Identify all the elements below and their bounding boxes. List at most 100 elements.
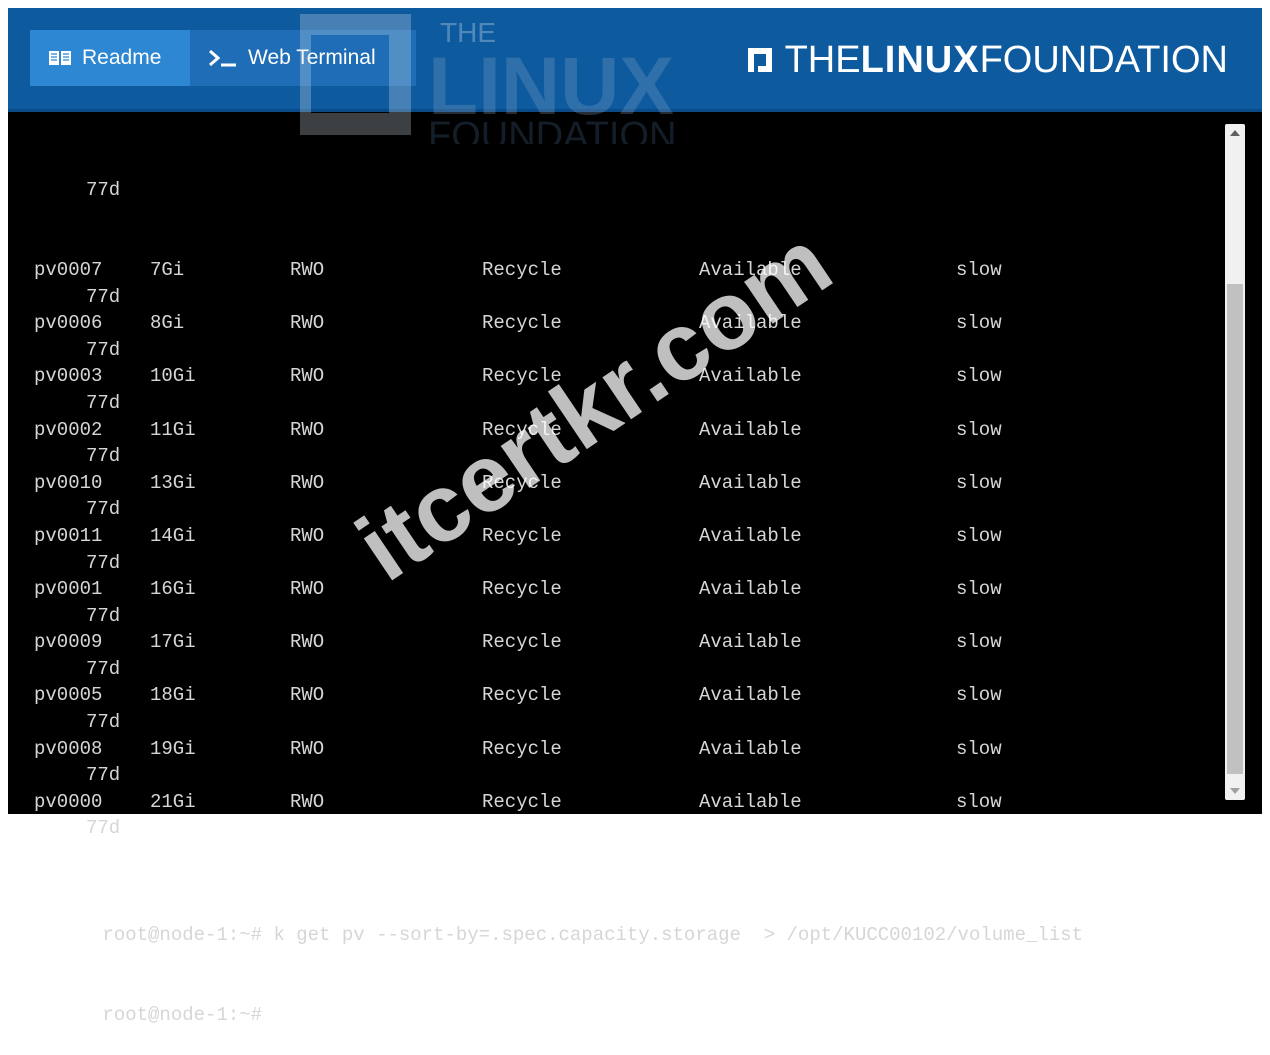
reclaim-policy-cell: Recycle — [482, 365, 562, 388]
storage-class-cell: slow — [956, 631, 1002, 654]
access-mode-cell: RWO — [290, 631, 325, 654]
brand-foundation: FOUNDATION — [979, 38, 1228, 81]
capacity-cell: 18Gi — [150, 684, 196, 707]
pv-name-cell: pv0007 — [34, 258, 103, 281]
age-line: 77d — [34, 762, 1214, 789]
age-line: 77d — [34, 443, 1214, 470]
capacity-cell: 21Gi — [150, 790, 196, 813]
age-cell: 77d — [86, 498, 121, 521]
age-line: 77d — [34, 337, 1214, 364]
reclaim-policy-cell: Recycle — [482, 790, 562, 813]
capacity-cell: 11Gi — [150, 418, 196, 441]
age-line: 77d — [34, 550, 1214, 577]
age-line: 77d — [34, 496, 1214, 523]
status-cell: Available — [699, 524, 802, 547]
age-cell: 77d — [86, 657, 121, 680]
age-cell: 77d — [86, 179, 121, 202]
access-mode-cell: RWO — [290, 471, 325, 494]
capacity-cell: 19Gi — [150, 737, 196, 760]
access-mode-cell: RWO — [290, 684, 325, 707]
scrollbar-thumb[interactable] — [1227, 284, 1243, 774]
access-mode-cell: RWO — [290, 365, 325, 388]
status-cell: Available — [699, 471, 802, 494]
tab-web-terminal[interactable]: Web Terminal — [190, 30, 416, 86]
access-mode-cell: RWO — [290, 312, 325, 335]
command-text: root@node-1:~# k get pv --sort-by=.spec.… — [102, 923, 1083, 946]
pv-name-cell: pv0006 — [34, 312, 103, 335]
pv-name-cell: pv0008 — [34, 737, 103, 760]
age-cell: 77d — [86, 285, 121, 308]
status-cell: Available — [699, 578, 802, 601]
reclaim-policy-cell: Recycle — [482, 258, 562, 281]
pv-row: pv0002 11Gi RWO Recycle Available slow — [34, 417, 1214, 444]
age-cell: 77d — [86, 445, 121, 468]
age-cell: 77d — [86, 817, 121, 840]
pv-row: pv0006 8Gi RWO Recycle Available slow — [34, 310, 1214, 337]
reclaim-policy-cell: Recycle — [482, 524, 562, 547]
tab-readme[interactable]: Readme — [30, 30, 190, 86]
access-mode-cell: RWO — [290, 418, 325, 441]
age-line: 77d — [34, 656, 1214, 683]
age-cell: 77d — [86, 391, 121, 414]
pv-row: pv0001 16Gi RWO Recycle Available slow — [34, 576, 1214, 603]
pv-row: pv0009 17Gi RWO Recycle Available slow — [34, 629, 1214, 656]
pv-name-cell: pv0009 — [34, 631, 103, 654]
age-line: 77d — [34, 284, 1214, 311]
tab-readme-label: Readme — [82, 46, 162, 69]
prompt-text: root@node-1:~# — [102, 1003, 263, 1026]
storage-class-cell: slow — [956, 684, 1002, 707]
capacity-cell: 8Gi — [150, 312, 185, 335]
terminal-cursor — [268, 1001, 281, 1024]
age-line: 77d — [34, 177, 1214, 204]
pv-row: pv0000 21Gi RWO Recycle Available slow — [34, 789, 1214, 816]
reclaim-policy-cell: Recycle — [482, 631, 562, 654]
terminal-scrollbar[interactable] — [1225, 124, 1245, 800]
foundation-mark-icon — [747, 48, 772, 72]
capacity-cell: 10Gi — [150, 365, 196, 388]
age-line: 77d — [34, 709, 1214, 736]
storage-class-cell: slow — [956, 790, 1002, 813]
reclaim-policy-cell: Recycle — [482, 684, 562, 707]
capacity-cell: 16Gi — [150, 578, 196, 601]
pv-name-cell: pv0002 — [34, 418, 103, 441]
storage-class-cell: slow — [956, 418, 1002, 441]
reclaim-policy-cell: Recycle — [482, 418, 562, 441]
access-mode-cell: RWO — [290, 578, 325, 601]
pv-name-cell: pv0003 — [34, 365, 103, 388]
capacity-cell: 17Gi — [150, 631, 196, 654]
storage-class-cell: slow — [956, 737, 1002, 760]
status-cell: Available — [699, 790, 802, 813]
storage-class-cell: slow — [956, 471, 1002, 494]
pv-name-cell: pv0001 — [34, 578, 103, 601]
status-cell: Available — [699, 258, 802, 281]
pv-name-cell: pv0010 — [34, 471, 103, 494]
web-terminal[interactable]: 77d pv0007 7Gi RWO Recycle Available slow 77d p… — [8, 112, 1262, 1026]
access-mode-cell: RWO — [290, 258, 325, 281]
age-cell: 77d — [86, 338, 121, 361]
brand-linux: LINUX — [860, 38, 980, 81]
pv-name-cell: pv0000 — [34, 790, 103, 813]
reclaim-policy-cell: Recycle — [482, 471, 562, 494]
storage-class-cell: slow — [956, 258, 1002, 281]
pv-row: pv0011 14Gi RWO Recycle Available slow — [34, 523, 1214, 550]
pv-row: pv0003 10Gi RWO Recycle Available slow — [34, 363, 1214, 390]
app-header: Readme Web Terminal THE LINUX FOUNDATION — [8, 8, 1262, 112]
pv-row: pv0010 13Gi RWO Recycle Available slow — [34, 470, 1214, 497]
status-cell: Available — [699, 684, 802, 707]
scroll-down-arrow-icon[interactable] — [1225, 782, 1245, 800]
pv-row: pv0007 7Gi RWO Recycle Available slow — [34, 257, 1214, 284]
pv-list: pv0007 7Gi RWO Recycle Available slow 77d pv000… — [34, 257, 1214, 842]
linux-foundation-logo: THE LINUX FOUNDATION — [745, 38, 1228, 82]
tab-web-terminal-label: Web Terminal — [248, 46, 376, 69]
reclaim-policy-cell: Recycle — [482, 312, 562, 335]
prompt-line[interactable]: root@node-1:~# — [34, 975, 1214, 1026]
age-line: 77d — [34, 815, 1214, 842]
pv-name-cell: pv0005 — [34, 684, 103, 707]
brand-the: THE — [784, 38, 861, 81]
age-cell: 77d — [86, 604, 121, 627]
status-cell: Available — [699, 418, 802, 441]
scroll-up-arrow-icon[interactable] — [1225, 124, 1245, 142]
access-mode-cell: RWO — [290, 737, 325, 760]
age-cell: 77d — [86, 764, 121, 787]
access-mode-cell: RWO — [290, 790, 325, 813]
